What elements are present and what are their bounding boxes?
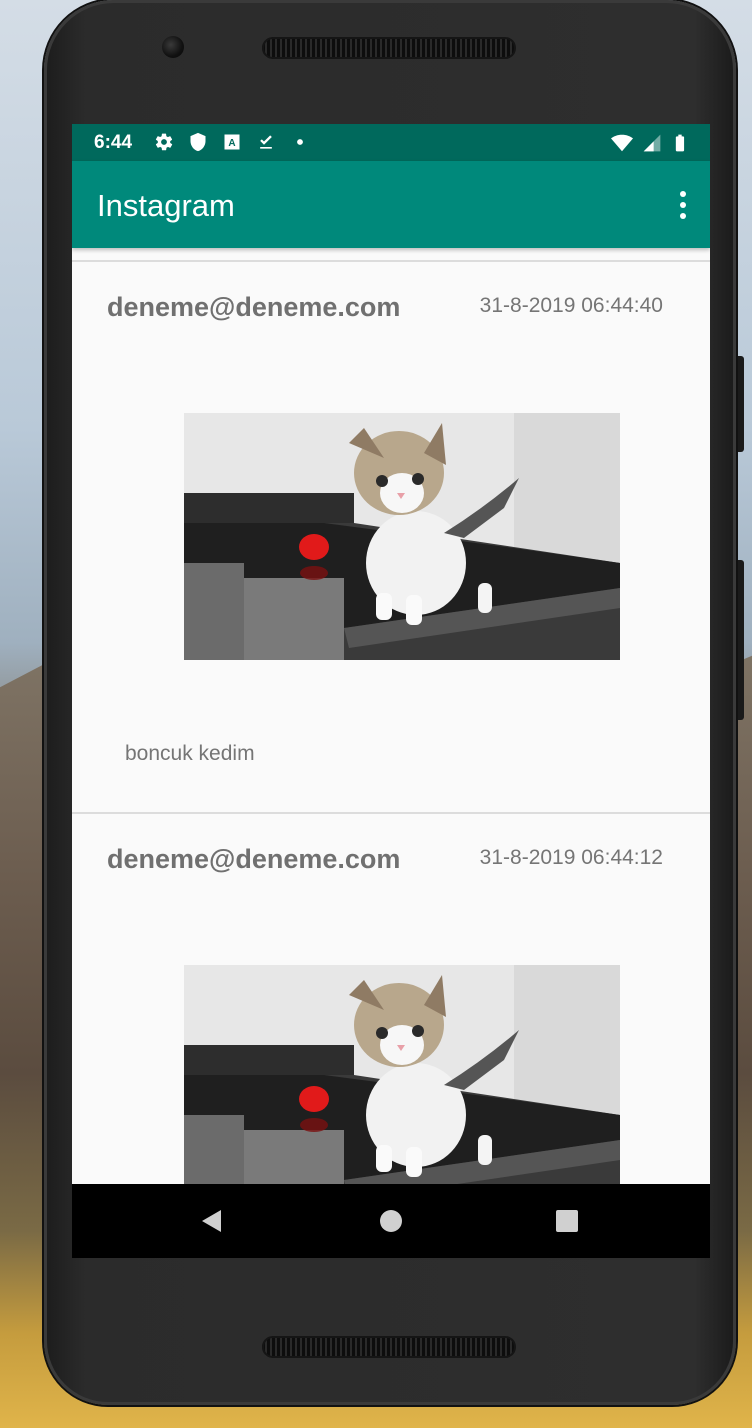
settings-icon bbox=[155, 133, 173, 151]
post-card: deneme@deneme.com 31-8-2019 06:44:40 bon… bbox=[72, 260, 710, 812]
device-screen: 6:44 A Instagram deneme@deneme.com 31-8-… bbox=[72, 124, 710, 1258]
status-time: 6:44 bbox=[94, 132, 133, 153]
dot-icon bbox=[297, 139, 303, 145]
wifi-icon bbox=[611, 134, 633, 152]
status-notification-icons: A bbox=[154, 132, 310, 152]
back-icon bbox=[202, 1210, 221, 1232]
post-date: 31-8-2019 06:44:12 bbox=[479, 846, 663, 869]
shield-icon bbox=[190, 132, 206, 152]
power-button bbox=[736, 356, 744, 452]
post-author-email: deneme@deneme.com bbox=[107, 844, 401, 874]
svg-text:A: A bbox=[228, 138, 235, 149]
home-icon bbox=[380, 1210, 402, 1232]
post-feed[interactable]: deneme@deneme.com 31-8-2019 06:44:40 bon… bbox=[72, 248, 710, 1184]
app-title: Instagram bbox=[97, 188, 235, 223]
app-bar: Instagram bbox=[72, 161, 710, 248]
kitten-photo bbox=[184, 413, 620, 660]
volume-button bbox=[736, 560, 744, 720]
status-bar: 6:44 A bbox=[72, 124, 710, 161]
post-image bbox=[184, 413, 620, 660]
signal-icon bbox=[643, 134, 661, 152]
bottom-speaker bbox=[262, 1336, 516, 1358]
back-button[interactable] bbox=[172, 1184, 252, 1258]
top-speaker bbox=[262, 37, 516, 59]
recents-button[interactable] bbox=[527, 1184, 607, 1258]
post-caption: boncuk kedim bbox=[125, 742, 255, 765]
recents-icon bbox=[556, 1210, 578, 1232]
front-camera bbox=[162, 36, 184, 58]
kitten-photo bbox=[184, 965, 620, 1184]
navigation-bar bbox=[72, 1184, 710, 1258]
status-system-icons bbox=[610, 132, 690, 154]
home-button[interactable] bbox=[351, 1184, 431, 1258]
post-card: deneme@deneme.com 31-8-2019 06:44:12 bbox=[72, 812, 710, 1184]
post-image bbox=[184, 965, 620, 1184]
post-date: 31-8-2019 06:44:40 bbox=[479, 294, 663, 317]
translate-icon: A bbox=[224, 134, 240, 150]
more-vert-icon[interactable] bbox=[678, 191, 688, 219]
post-author-email: deneme@deneme.com bbox=[107, 292, 401, 322]
battery-icon bbox=[675, 134, 685, 152]
download-done-icon bbox=[260, 135, 272, 149]
